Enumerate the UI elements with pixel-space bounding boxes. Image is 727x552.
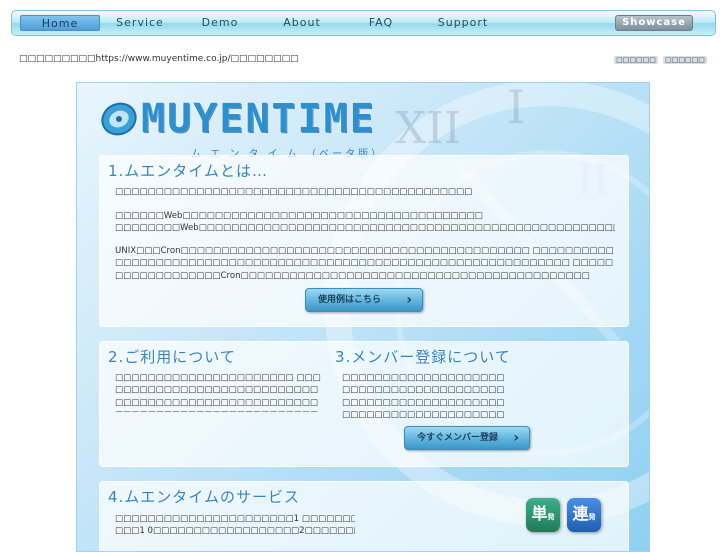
single-shot-kanji: 単 (531, 504, 548, 523)
section-4-line-2: □□□1 0□□□□□□□□□□□□□□□□□□2□□□□□□□□□□□ (115, 526, 355, 536)
section-1-lead: □□□□□□□□□□□□□□□□□□□□□□□□□□□□□□□□□□□□□□□□… (115, 187, 473, 197)
svg-text:XII: XII (395, 103, 461, 154)
section-services: 4.ムエンタイムのサービス □□□□□□□□□□□□□□□□□□□□□□1 □□… (99, 481, 629, 551)
section-2-title: 2.ご利用について (108, 348, 236, 366)
multi-shot-kanji: 連 (572, 504, 589, 523)
single-shot-icon[interactable]: 単発 (526, 498, 560, 532)
member-register-label: 今すぐメンバー登録 (417, 433, 499, 443)
logo-text: MUYENTIME (141, 96, 376, 142)
nav-service[interactable]: Service (110, 15, 170, 31)
usage-examples-button[interactable]: 使用例はこちら › (305, 288, 423, 312)
section-4-line-1: □□□□□□□□□□□□□□□□□□□□□□1 □□□□□□□□□□□□□□□□… (115, 514, 355, 524)
chevron-right-icon: › (406, 292, 412, 308)
multi-shot-kanji-small: 発 (588, 513, 596, 521)
nav-faq[interactable]: FAQ (356, 15, 406, 31)
section-4-title: 4.ムエンタイムのサービス (108, 488, 301, 506)
section-2-text: □□□□□□□□□□□□□□□□□□□□□□ □□□□□□□□□□□□□□□□□… (115, 373, 321, 412)
member-register-button[interactable]: 今すぐメンバー登録 › (404, 426, 530, 450)
section-3-title: 3.メンバー登録について (335, 348, 511, 366)
single-shot-kanji-small: 発 (547, 513, 555, 521)
section-usage-and-membership: 2.ご利用について □□□□□□□□□□□□□□□□□□□□□□ □□□□□□□… (99, 341, 629, 467)
clock-gear-icon (101, 102, 137, 136)
nav-about[interactable]: About (274, 15, 330, 31)
showcase-button[interactable]: Showcase (615, 15, 693, 31)
header-link-1[interactable]: □□□□□□ (614, 56, 658, 64)
svg-text:I: I (507, 83, 525, 134)
multi-shot-icon[interactable]: 連発 (567, 498, 601, 532)
section-1-para-1: □□□□□□Web□□□□□□□□□□□□□□□□□□□□□□□□□□□□□□□… (115, 211, 483, 221)
section-what-is: 1.ムエンタイムとは… □□□□□□□□□□□□□□□□□□□□□□□□□□□□… (99, 155, 629, 327)
section-1-para-3: UNIX□□□Cron□□□□□□□□□□□□□□□□□□□□□□□□□□□□□… (115, 246, 614, 281)
section-1-title: 1.ムエンタイムとは… (108, 162, 269, 180)
section-3-text: □□□□□□□□□□□□□□□□□□□□□□□□□□□□□□□□□□□□□□□□… (342, 373, 505, 420)
usage-examples-label: 使用例はこちら (318, 295, 382, 305)
nav-support[interactable]: Support (430, 15, 496, 31)
chevron-right-icon: › (513, 430, 519, 446)
section-1-para-2: □□□□□□□□Web□□□□□□□□□□□□□□□□□□□□□□□□□□□□□… (115, 223, 615, 233)
nav-home[interactable]: Home (20, 15, 100, 31)
top-nav: Home Service Demo About FAQ Support Show… (11, 10, 716, 36)
main-panel: XII I II MUYENTIME ム エ ン タ イ ム （ベータ版） 1.… (76, 82, 650, 552)
nav-demo[interactable]: Demo (192, 15, 248, 31)
site-url-notice: □□□□□□□□□https://www.muyentime.co.jp/□□□… (19, 54, 299, 64)
header-link-2[interactable]: □□□□□□ (663, 56, 707, 64)
